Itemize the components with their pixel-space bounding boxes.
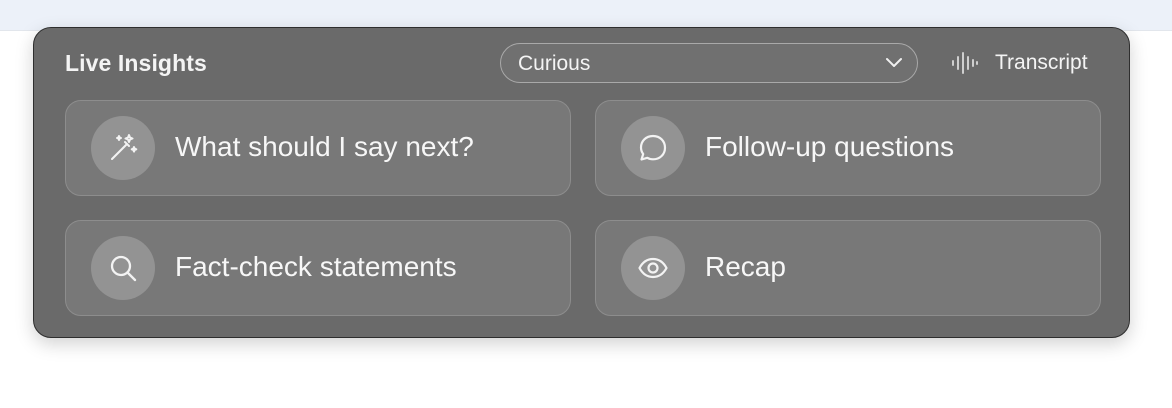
mode-select[interactable]: Curious	[500, 43, 918, 83]
recap-button[interactable]: Recap	[595, 220, 1101, 316]
icon-circle	[91, 236, 155, 300]
chat-bubble-icon	[639, 134, 667, 161]
card-label: Recap	[705, 251, 786, 282]
icon-circle	[91, 116, 155, 180]
card-label: Follow-up questions	[705, 131, 955, 162]
what-should-i-say-next-button[interactable]: What should I say next?	[65, 100, 571, 196]
icon-circle	[621, 236, 685, 300]
follow-up-questions-button[interactable]: Follow-up questions	[595, 100, 1101, 196]
chevron-down-icon	[886, 58, 902, 67]
search-icon	[110, 255, 137, 282]
transcript-button[interactable]: Transcript	[951, 46, 1103, 80]
audio-waveform-icon	[952, 52, 978, 74]
eye-icon	[638, 257, 668, 279]
magic-wand-icon	[111, 134, 138, 160]
transcript-label: Transcript	[995, 51, 1088, 74]
card-label: Fact-check statements	[175, 251, 457, 282]
mode-select-value: Curious	[518, 52, 591, 75]
panel-title: Live Insights	[65, 50, 207, 76]
card-label: What should I say next?	[175, 131, 474, 162]
icon-circle	[621, 116, 685, 180]
fact-check-statements-button[interactable]: Fact-check statements	[65, 220, 571, 316]
live-insights-panel: Live Insights Curious Transcript What sh…	[33, 27, 1130, 338]
